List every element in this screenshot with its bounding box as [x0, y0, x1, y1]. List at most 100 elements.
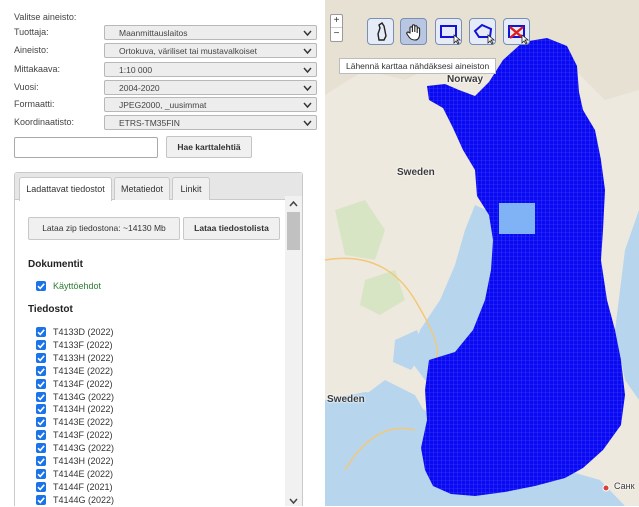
finland-outline-icon: [377, 22, 387, 41]
file-label: T4144F (2021): [53, 481, 113, 492]
map-view[interactable]: + − Lähennä karttaa nähdäksesi aineiston…: [325, 0, 639, 506]
checkbox[interactable]: [36, 468, 46, 479]
file-label: T4143H (2022): [53, 456, 114, 466]
results-panel: Ladattavat tiedostot Metatiedot Linkit L…: [14, 172, 303, 506]
file-item: T4133F (2022): [36, 339, 236, 351]
tab-content: Lataa zip tiedostona: ~14130 Mb Lataa ti…: [16, 200, 286, 507]
checkbox[interactable]: [36, 352, 46, 363]
file-item: T4134F (2022): [36, 378, 236, 390]
form-row: Mittakaava: 1:10 000: [14, 62, 317, 77]
file-item: T4143F (2022): [36, 429, 236, 441]
rectangle-select-button[interactable]: [435, 18, 462, 45]
map-label-norway: Norway: [447, 74, 484, 85]
select-value: Maanmittauslaitos: [119, 28, 188, 38]
files-heading: Tiedostot: [28, 304, 73, 315]
search-map-sheets-button[interactable]: Hae karttalehtiä: [166, 136, 252, 158]
form-label: Vuosi:: [14, 82, 39, 92]
form-row: Tuottaja: Maanmittauslaitos: [14, 25, 317, 40]
form-row: Aineisto: Ortokuva, väriliset tai mustava…: [14, 43, 317, 58]
form-label: Tuottaja:: [14, 27, 49, 37]
clear-selection-button[interactable]: [503, 18, 530, 45]
map-tooltip: Lähennä karttaa nähdäksesi aineiston: [339, 58, 497, 74]
form-row: Vuosi: 2004-2020: [14, 80, 317, 95]
checkbox[interactable]: [36, 417, 46, 428]
tab-links[interactable]: Linkit: [172, 177, 210, 200]
document-link[interactable]: Käyttöehdot: [53, 280, 101, 292]
select-value: 2004-2020: [119, 83, 160, 93]
form-intro: Valitse aineisto:: [14, 12, 77, 22]
finland-extent-button[interactable]: [367, 18, 394, 45]
file-item: T4134G (2022): [36, 391, 236, 403]
file-item: T4134H (2022): [36, 403, 236, 415]
tab-metadata[interactable]: Metatiedot: [114, 177, 170, 200]
download-file-list-button[interactable]: Lataa tiedostolista: [183, 217, 280, 240]
file-label: T4134H (2022): [53, 404, 114, 415]
download-zip-button[interactable]: Lataa zip tiedostona: ~14130 Mb: [28, 217, 180, 240]
checkbox[interactable]: [36, 404, 46, 415]
checkbox[interactable]: [36, 443, 46, 454]
file-item: T4133D (2022): [36, 326, 236, 338]
chevron-down-icon: [303, 67, 312, 74]
select-dropdown[interactable]: Ortokuva, väriliset tai mustavalkoiset: [104, 43, 317, 58]
file-label: T4144E (2022): [53, 468, 114, 479]
scroll-thumb[interactable]: [287, 212, 300, 250]
file-label: T4134G (2022): [53, 391, 115, 402]
select-value: JPEG2000, _uusimmat: [119, 100, 207, 110]
rectangle-select-icon: [440, 25, 462, 45]
map-label-saint-petersburg: Санк: [614, 481, 635, 491]
checkbox[interactable]: [36, 327, 46, 337]
select-value: ETRS-TM35FIN: [119, 118, 180, 128]
select-value: Ortokuva, väriliset tai mustavalkoiset: [119, 46, 257, 56]
chevron-down-icon: [303, 85, 312, 92]
pan-tool-button[interactable]: [400, 18, 427, 45]
scroll-down-arrow-icon[interactable]: [289, 498, 298, 504]
select-dropdown[interactable]: ETRS-TM35FIN: [104, 115, 317, 130]
file-label: T4143F (2022): [53, 430, 113, 441]
file-item: T4143E (2022): [36, 416, 236, 428]
select-dropdown[interactable]: 2004-2020: [104, 80, 317, 95]
polygon-select-button[interactable]: [469, 18, 496, 45]
file-item: T4143H (2022): [36, 455, 236, 467]
checkbox[interactable]: [36, 281, 46, 291]
form-row: Formaatti: JPEG2000, _uusimmat: [14, 97, 317, 112]
checkbox[interactable]: [36, 378, 46, 389]
chevron-down-icon: [303, 120, 312, 127]
file-label: T4144G (2022): [53, 494, 115, 505]
chevron-down-icon: [303, 102, 312, 109]
select-dropdown[interactable]: Maanmittauslaitos: [104, 25, 317, 40]
file-label: T4143G (2022): [53, 443, 115, 454]
zoom-out-button[interactable]: −: [331, 28, 342, 41]
file-item: T4144F (2021): [36, 481, 236, 493]
file-label: T4134E (2022): [53, 365, 114, 376]
select-value: 1:10 000: [119, 65, 153, 75]
selected-area[interactable]: [499, 203, 535, 234]
form-label: Formaatti:: [14, 99, 55, 109]
checkbox[interactable]: [36, 481, 46, 492]
file-item: T4143G (2022): [36, 442, 236, 454]
search-input[interactable]: [14, 137, 158, 158]
checkbox[interactable]: [36, 365, 46, 376]
select-dropdown[interactable]: JPEG2000, _uusimmat: [104, 97, 317, 112]
panel-scrollbar[interactable]: [285, 196, 302, 506]
checkbox[interactable]: [36, 494, 46, 505]
file-item: T4144G (2022): [36, 494, 236, 506]
form-label: Koordinaatisto:: [14, 117, 75, 127]
scroll-up-arrow-icon[interactable]: [289, 201, 298, 207]
form-label: Mittakaava:: [14, 64, 61, 74]
city-marker-icon: [602, 484, 610, 492]
document-item: Käyttöehdot: [36, 280, 236, 292]
file-label: T4143E (2022): [53, 417, 114, 428]
checkbox[interactable]: [36, 456, 46, 466]
tab-downloadable-files[interactable]: Ladattavat tiedostot: [19, 177, 112, 201]
file-item: T4144E (2022): [36, 468, 236, 480]
documents-heading: Dokumentit: [28, 259, 83, 270]
checkbox[interactable]: [36, 391, 46, 402]
zoom-in-button[interactable]: +: [331, 15, 342, 28]
file-item: T4133H (2022): [36, 352, 236, 364]
checkbox[interactable]: [36, 430, 46, 441]
checkbox[interactable]: [36, 339, 46, 350]
form-row: Koordinaatisto: ETRS-TM35FIN: [14, 115, 317, 130]
tab-bar: Ladattavat tiedostot Metatiedot Linkit: [15, 173, 302, 201]
file-label: T4133F (2022): [53, 339, 113, 350]
select-dropdown[interactable]: 1:10 000: [104, 62, 317, 77]
